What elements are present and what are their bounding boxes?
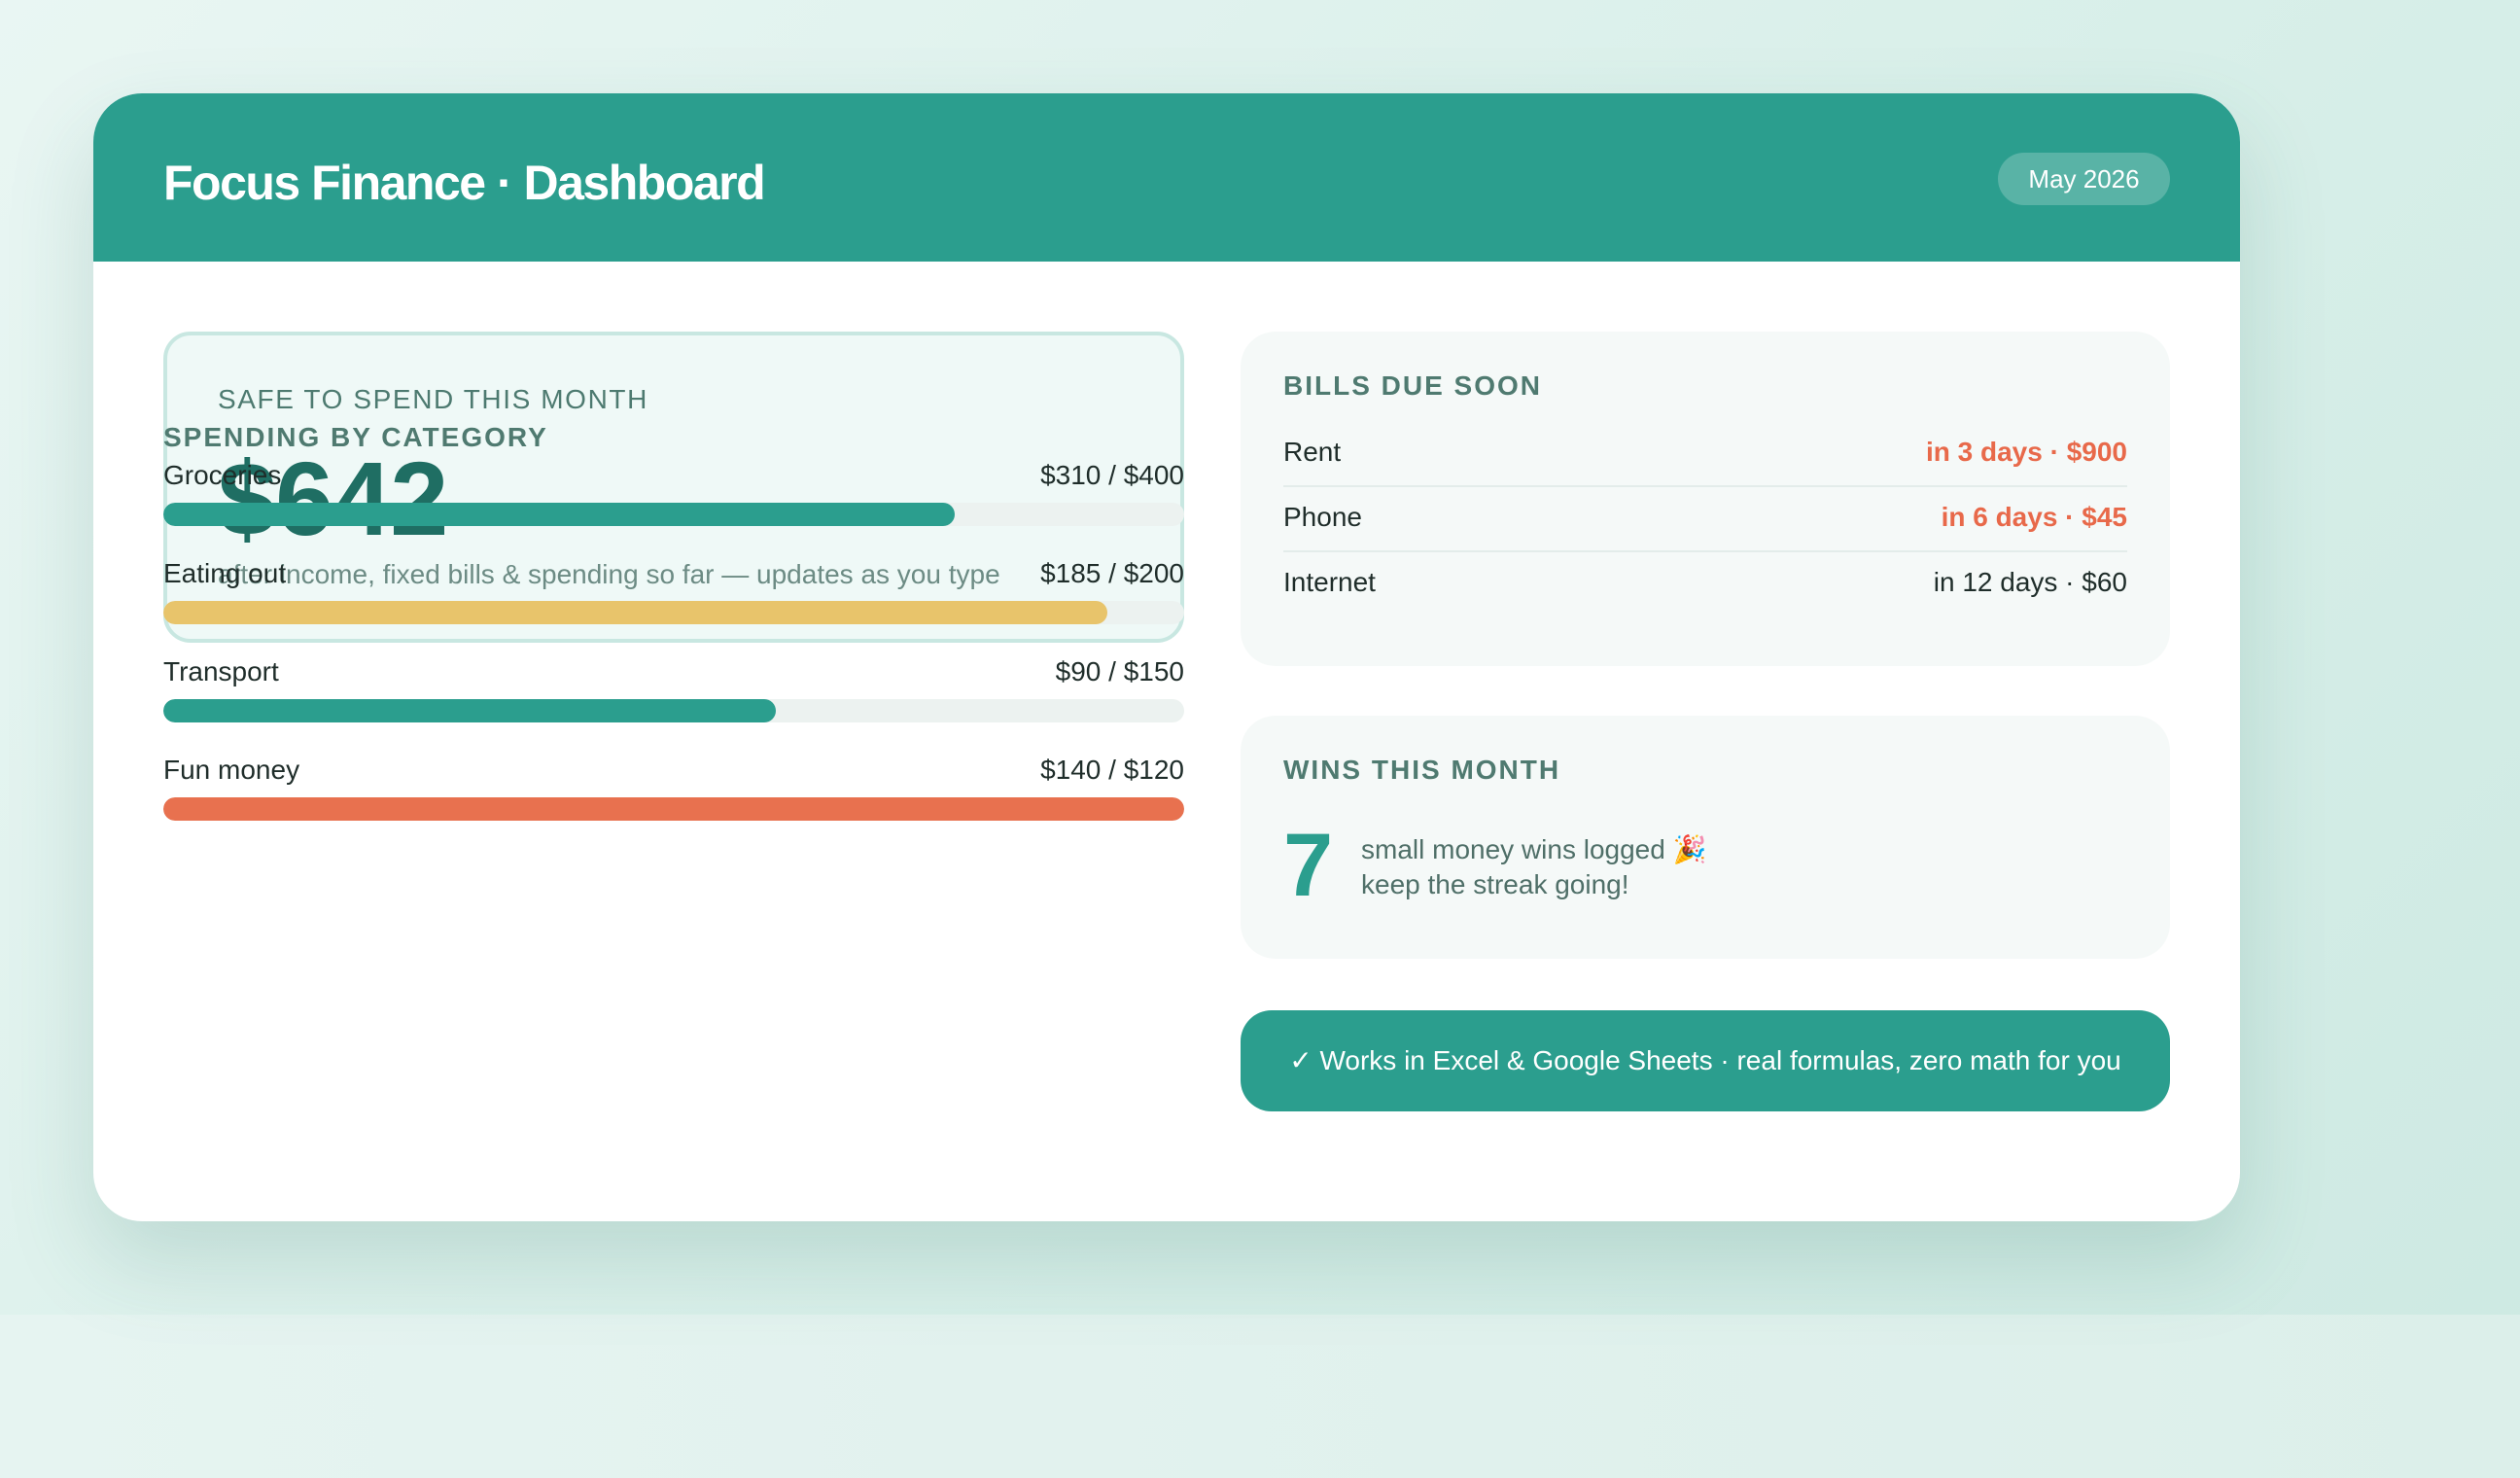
category-progress-fill bbox=[163, 601, 1108, 624]
category-row-fun-money: Fun money $140 / $120 bbox=[163, 753, 1184, 830]
month-selector[interactable]: May 2026 bbox=[1998, 153, 2170, 205]
spending-section-title: SPENDING BY CATEGORY bbox=[163, 422, 548, 452]
bill-row-rent: Rent in 3 days · $900 bbox=[1283, 421, 2127, 487]
category-row-transport: Transport $90 / $150 bbox=[163, 654, 1184, 732]
category-name: Transport bbox=[163, 656, 279, 686]
wins-encouragement: keep the streak going! bbox=[1361, 869, 1629, 899]
category-progress-track bbox=[163, 601, 1184, 624]
category-amount: $185 / $200 bbox=[1040, 558, 1184, 588]
category-amount: $140 / $120 bbox=[1040, 755, 1184, 785]
bill-due-date: in 12 days · $60 bbox=[1933, 567, 2127, 597]
wins-description: small money wins logged 🎉 bbox=[1361, 834, 1707, 864]
category-name: Groceries bbox=[163, 460, 282, 490]
bill-row-phone: Phone in 6 days · $45 bbox=[1283, 486, 2127, 552]
category-amount: $310 / $400 bbox=[1040, 460, 1184, 490]
bill-row-internet: Internet in 12 days · $60 bbox=[1283, 551, 2127, 616]
category-progress-fill bbox=[163, 797, 1184, 821]
excel-sheets-cta-button[interactable]: ✓ Works in Excel & Google Sheets · real … bbox=[1241, 1010, 2170, 1111]
background-band bbox=[0, 1315, 2520, 1478]
bill-due-date: in 6 days · $45 bbox=[1941, 502, 2127, 532]
wins-count: 7 bbox=[1283, 816, 1334, 915]
category-progress-fill bbox=[163, 699, 776, 722]
safe-to-spend-label: SAFE TO SPEND THIS MONTH bbox=[218, 384, 648, 414]
category-name: Fun money bbox=[163, 755, 300, 785]
bill-due-date: in 3 days · $900 bbox=[1925, 437, 2127, 467]
category-name: Eating out bbox=[163, 558, 287, 588]
bill-name: Rent bbox=[1283, 437, 1342, 467]
category-row-groceries: Groceries $310 / $400 bbox=[163, 458, 1184, 536]
category-amount: $90 / $150 bbox=[1055, 656, 1184, 686]
wins-panel: WINS THIS MONTH 7 small money wins logge… bbox=[1241, 716, 2170, 959]
category-progress-track bbox=[163, 699, 1184, 722]
bills-section-title: BILLS DUE SOON bbox=[1283, 370, 1543, 401]
category-progress-track bbox=[163, 797, 1184, 821]
page-title: Focus Finance · Dashboard bbox=[163, 156, 766, 210]
category-row-eating-out: Eating out $185 / $200 bbox=[163, 556, 1184, 634]
category-progress-fill bbox=[163, 503, 955, 526]
bill-name: Internet bbox=[1283, 567, 1376, 597]
dashboard-header: Focus Finance · Dashboard May 2026 bbox=[93, 93, 2240, 262]
dashboard-card: Focus Finance · Dashboard May 2026 SAFE … bbox=[93, 93, 2240, 1221]
wins-section-title: WINS THIS MONTH bbox=[1283, 755, 1561, 785]
bills-panel: BILLS DUE SOON Rent in 3 days · $900 Pho… bbox=[1241, 332, 2170, 666]
category-progress-track bbox=[163, 503, 1184, 526]
bill-name: Phone bbox=[1283, 502, 1362, 532]
